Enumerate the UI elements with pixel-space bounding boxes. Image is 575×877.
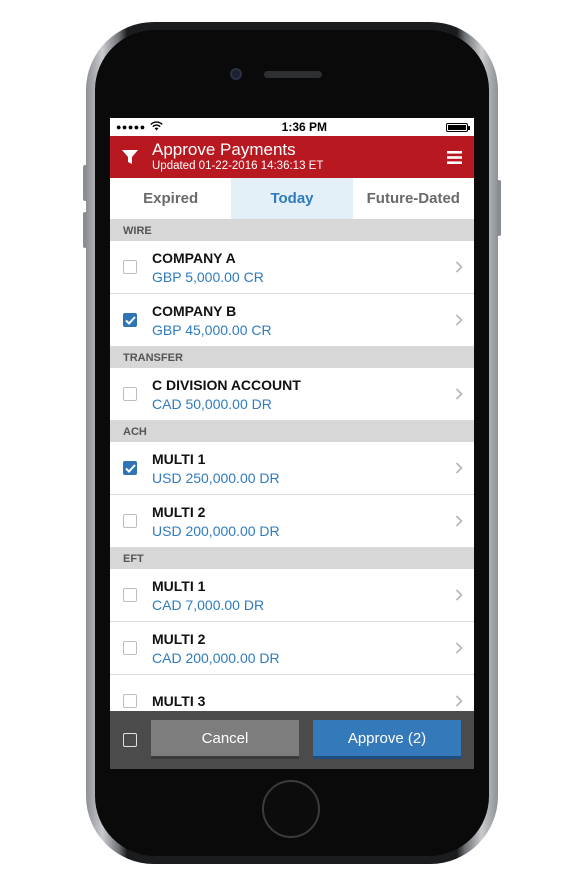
row-checkbox[interactable] bbox=[123, 387, 137, 401]
payee-name: MULTI 1 bbox=[152, 577, 206, 594]
chevron-right-icon bbox=[444, 314, 474, 326]
row-checkbox[interactable] bbox=[123, 260, 137, 274]
chevron-right-icon bbox=[444, 261, 474, 273]
row-checkbox[interactable] bbox=[123, 694, 137, 708]
volume-button bbox=[83, 212, 87, 248]
date-tabs: Expired Today Future-Dated bbox=[110, 178, 474, 220]
app-screen: ●●●●● 1:36 PM Approve Payments Updated 0… bbox=[110, 118, 474, 769]
payment-row[interactable]: COMPANY A GBP 5,000.00 CR bbox=[110, 241, 474, 294]
payment-row[interactable]: MULTI 2 USD 200,000.00 DR bbox=[110, 495, 474, 548]
earpiece-speaker bbox=[264, 71, 322, 78]
payment-row[interactable]: MULTI 2 CAD 200,000.00 DR bbox=[110, 622, 474, 675]
page-title: Approve Payments bbox=[152, 140, 296, 159]
payee-name: MULTI 3 bbox=[152, 692, 206, 709]
payment-row[interactable]: COMPANY B GBP 45,000.00 CR bbox=[110, 294, 474, 347]
payee-name: MULTI 2 bbox=[152, 503, 206, 520]
signal-icon: ●●●●● bbox=[116, 122, 146, 132]
cancel-button[interactable]: Cancel bbox=[151, 720, 299, 759]
section-header-eft: EFT bbox=[110, 548, 474, 569]
tab-expired[interactable]: Expired bbox=[110, 178, 231, 219]
payment-amount: GBP 5,000.00 CR bbox=[152, 268, 264, 285]
front-camera bbox=[230, 68, 242, 80]
payee-name: MULTI 1 bbox=[152, 450, 206, 467]
chevron-right-icon bbox=[444, 462, 474, 474]
payment-amount: CAD 50,000.00 DR bbox=[152, 395, 272, 412]
filter-icon[interactable] bbox=[110, 148, 150, 166]
chevron-right-icon bbox=[444, 589, 474, 601]
action-footer: Cancel Approve (2) bbox=[110, 711, 474, 769]
payee-name: COMPANY A bbox=[152, 249, 236, 266]
menu-icon[interactable] bbox=[434, 150, 474, 164]
battery-icon bbox=[445, 122, 470, 132]
section-header-wire: WIRE bbox=[110, 220, 474, 241]
payment-amount: USD 200,000.00 DR bbox=[152, 522, 280, 539]
row-checkbox[interactable] bbox=[123, 514, 137, 528]
payment-amount: GBP 45,000.00 CR bbox=[152, 321, 272, 338]
row-checkbox-checked[interactable] bbox=[123, 313, 137, 327]
updated-timestamp: Updated 01-22-2016 14:36:13 ET bbox=[152, 160, 324, 172]
payment-amount: USD 250,000.00 DR bbox=[152, 469, 280, 486]
payment-row[interactable]: C DIVISION ACCOUNT CAD 50,000.00 DR bbox=[110, 368, 474, 421]
payments-list: WIRE COMPANY A GBP 5,000.00 CR COMPANY B… bbox=[110, 220, 474, 728]
tab-today[interactable]: Today bbox=[231, 178, 353, 219]
chevron-right-icon bbox=[444, 642, 474, 654]
volume-button bbox=[83, 165, 87, 201]
payee-name: MULTI 2 bbox=[152, 630, 206, 647]
payment-row[interactable]: MULTI 1 USD 250,000.00 DR bbox=[110, 442, 474, 495]
app-header: Approve Payments Updated 01-22-2016 14:3… bbox=[110, 136, 474, 178]
approve-button[interactable]: Approve (2) bbox=[313, 720, 461, 759]
select-all-checkbox[interactable] bbox=[123, 733, 137, 747]
chevron-right-icon bbox=[444, 388, 474, 400]
home-button[interactable] bbox=[262, 780, 320, 838]
payee-name: COMPANY B bbox=[152, 302, 237, 319]
tab-future-dated[interactable]: Future-Dated bbox=[353, 178, 474, 219]
payment-row[interactable]: MULTI 1 CAD 7,000.00 DR bbox=[110, 569, 474, 622]
status-time: 1:36 PM bbox=[281, 120, 328, 134]
power-button bbox=[497, 180, 501, 236]
section-header-ach: ACH bbox=[110, 421, 474, 442]
chevron-right-icon bbox=[444, 515, 474, 527]
row-checkbox[interactable] bbox=[123, 588, 137, 602]
row-checkbox[interactable] bbox=[123, 641, 137, 655]
payment-amount: CAD 200,000.00 DR bbox=[152, 649, 280, 666]
status-bar: ●●●●● 1:36 PM bbox=[110, 118, 474, 136]
payment-amount: CAD 7,000.00 DR bbox=[152, 596, 265, 613]
wifi-icon bbox=[149, 120, 163, 134]
row-checkbox-checked[interactable] bbox=[123, 461, 137, 475]
chevron-right-icon bbox=[444, 695, 474, 707]
payee-name: C DIVISION ACCOUNT bbox=[152, 376, 301, 393]
section-header-transfer: TRANSFER bbox=[110, 347, 474, 368]
